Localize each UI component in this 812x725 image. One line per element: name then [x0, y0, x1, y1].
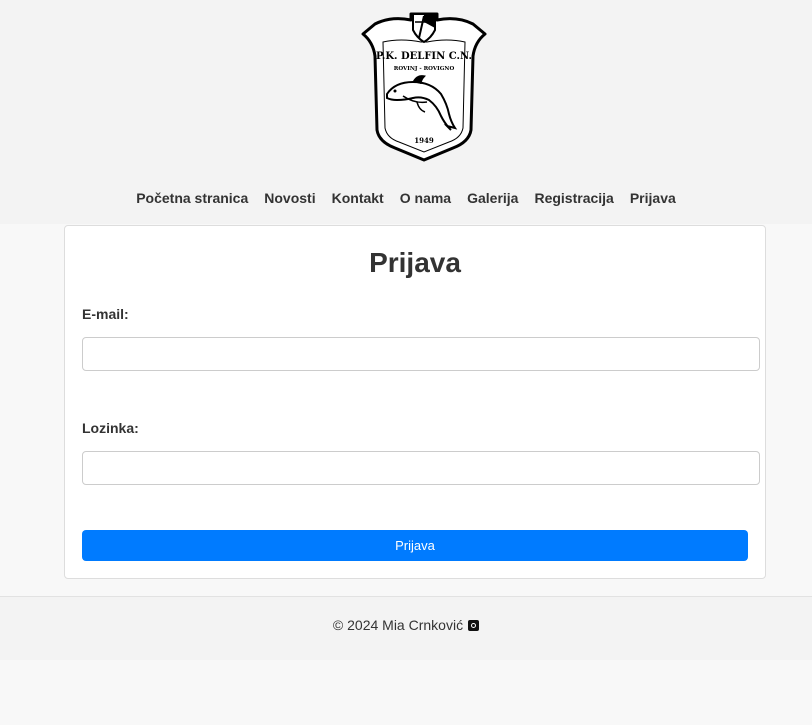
login-button[interactable]: Prijava	[82, 530, 748, 561]
club-logo[interactable]: P.K. DELFIN C.N. ROVINJ - ROVIGNO 1949	[361, 12, 487, 162]
main-nav: Početna stranica Novosti Kontakt O nama …	[0, 186, 812, 210]
copyright-text: © 2024 Mia Crnković	[332, 617, 464, 633]
site-footer: © 2024 Mia Crnković	[0, 596, 812, 660]
footer-content: © 2024 Mia Crnković	[0, 616, 812, 634]
page-title: Prijava	[369, 247, 461, 278]
password-label: Lozinka:	[82, 420, 139, 436]
club-crest-image: P.K. DELFIN C.N. ROVINJ - ROVIGNO 1949	[361, 12, 487, 162]
instagram-icon[interactable]	[468, 619, 480, 631]
svg-text:ROVINJ - ROVIGNO: ROVINJ - ROVIGNO	[394, 66, 455, 72]
nav-item-contact[interactable]: Kontakt	[324, 187, 392, 209]
svg-text:1949: 1949	[414, 136, 434, 145]
nav-item-register[interactable]: Registracija	[526, 187, 621, 209]
email-label: E-mail:	[82, 306, 129, 322]
email-field[interactable]	[82, 337, 760, 371]
nav-item-home[interactable]: Početna stranica	[128, 187, 256, 209]
nav-item-about[interactable]: O nama	[392, 187, 459, 209]
nav-item-login[interactable]: Prijava	[622, 187, 684, 209]
password-field[interactable]	[82, 451, 760, 485]
login-card: Prijava E-mail: Lozinka: Prijava	[64, 225, 766, 579]
site-header: P.K. DELFIN C.N. ROVINJ - ROVIGNO 1949 P…	[0, 0, 812, 224]
svg-text:P.K. DELFIN C.N.: P.K. DELFIN C.N.	[376, 51, 472, 62]
nav-item-news[interactable]: Novosti	[256, 187, 323, 209]
nav-item-gallery[interactable]: Galerija	[459, 187, 526, 209]
